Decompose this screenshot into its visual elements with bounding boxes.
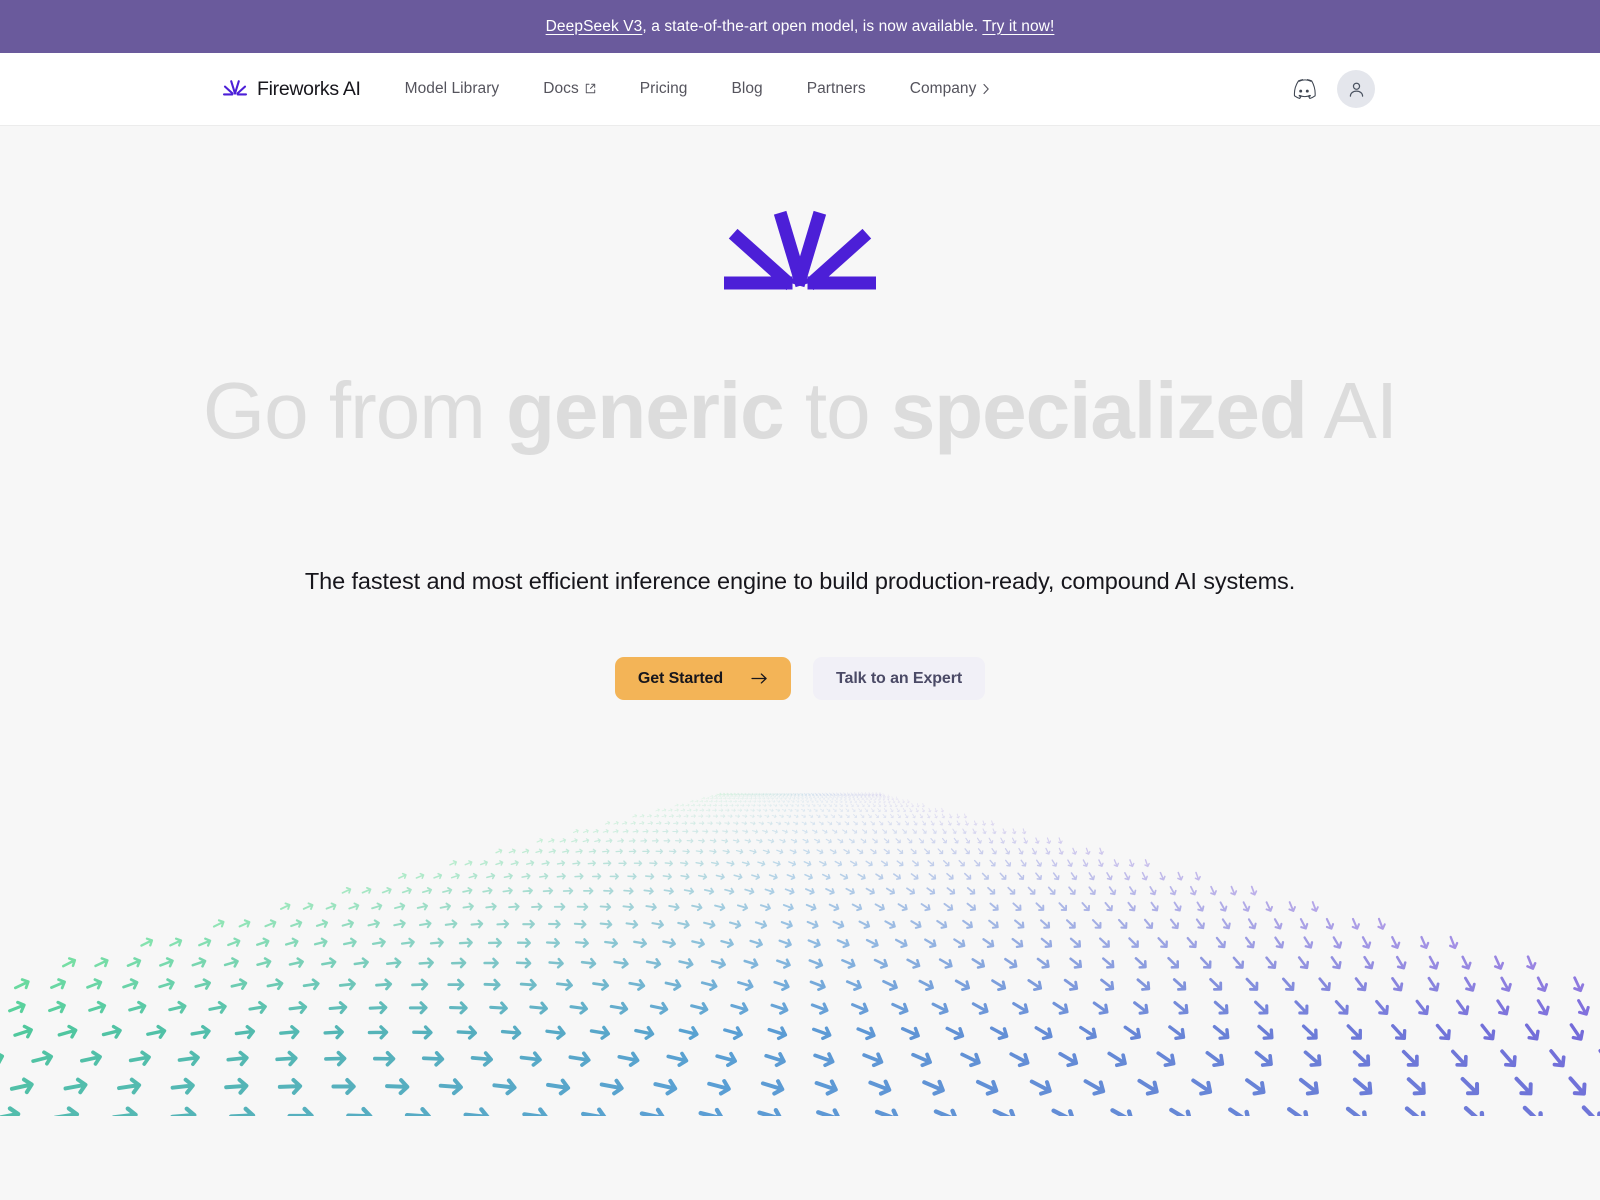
nav-links: Model Library Docs Pricing Blog Partners… [405, 80, 1013, 98]
brand-logo[interactable]: Fireworks AI [222, 77, 361, 102]
user-avatar-icon [1347, 80, 1366, 99]
announcement-middle-text: , a state-of-the-art open model, is now … [642, 17, 983, 35]
headline-emphasis-generic: generic [506, 366, 785, 455]
announcement-product-link[interactable]: DeepSeek V3 [546, 18, 643, 35]
announcement-text: DeepSeek V3, a state-of-the-art open mod… [546, 18, 1055, 36]
navbar-actions [1291, 70, 1375, 108]
nav-item-label: Docs [543, 80, 579, 97]
fireworks-burst-large-icon [724, 203, 876, 296]
talk-to-expert-button[interactable]: Talk to an Expert [813, 657, 986, 700]
get-started-button[interactable]: Get Started [614, 657, 792, 700]
talk-to-expert-label: Talk to an Expert [836, 669, 963, 687]
nav-item-partners[interactable]: Partners [785, 80, 888, 98]
fireworks-burst-icon [222, 77, 248, 102]
hero-subtitle: The fastest and most efficient inference… [304, 568, 1296, 594]
hero-cta-row: Get Started Talk to an Expert [0, 657, 1600, 700]
nav-item-label: Company [909, 80, 977, 97]
hero-section: Go from generic to specialized AI The fa… [0, 126, 1600, 1200]
discord-icon[interactable] [1291, 79, 1317, 99]
vector-field-graphic [0, 792, 1600, 1116]
announcement-cta-link[interactable]: Try it now! [982, 18, 1054, 35]
hero-logo [0, 126, 1600, 296]
main-navbar: Fireworks AI Model Library Docs Pricing … [0, 53, 1600, 126]
nav-item-label: Partners [806, 80, 866, 97]
brand-name: Fireworks AI [257, 77, 361, 100]
headline-emphasis-specialized: specialized [890, 366, 1308, 455]
chevron-right-icon [982, 83, 990, 95]
page-title: Go from generic to specialized AI [0, 371, 1600, 451]
external-link-icon [585, 83, 596, 94]
headline-part-5: AI [1306, 366, 1399, 455]
arrow-right-icon [751, 672, 768, 685]
nav-item-model-library[interactable]: Model Library [405, 80, 522, 98]
announcement-bar: DeepSeek V3, a state-of-the-art open mod… [0, 0, 1600, 53]
headline-part-3: to [783, 366, 891, 455]
nav-item-label: Pricing [639, 80, 688, 97]
get-started-label: Get Started [637, 669, 724, 687]
user-avatar[interactable] [1337, 70, 1375, 108]
nav-item-pricing[interactable]: Pricing [618, 80, 710, 98]
headline-part-1: Go from [202, 366, 507, 455]
nav-item-docs[interactable]: Docs [521, 80, 618, 98]
nav-item-label: Blog [731, 80, 763, 97]
nav-item-blog[interactable]: Blog [709, 80, 784, 98]
nav-item-company[interactable]: Company [888, 80, 1013, 98]
nav-item-label: Model Library [404, 80, 500, 97]
